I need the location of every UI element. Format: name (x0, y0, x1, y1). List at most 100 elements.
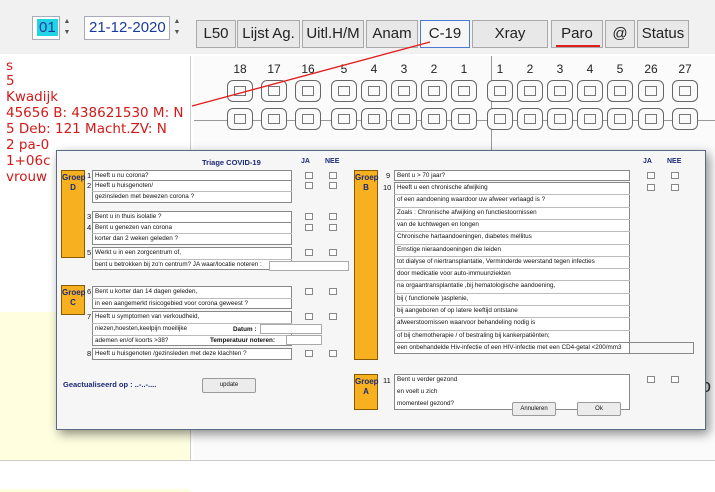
row-divider (394, 317, 630, 319)
datum-label: Datum : (233, 326, 257, 333)
row-divider (92, 298, 292, 299)
question-text: korter dan 2 weken geleden ? (95, 235, 178, 242)
ja-checkbox[interactable] (305, 182, 313, 189)
update-button[interactable]: update (202, 378, 256, 393)
row-divider (92, 259, 292, 260)
question-number: 5 (87, 248, 92, 257)
ja-checkbox[interactable] (305, 249, 313, 256)
ja-checkbox[interactable] (647, 184, 655, 191)
question-text: Heeft u huisgenoten/ (95, 182, 154, 189)
temperature-input[interactable] (286, 335, 322, 345)
question-text: afweerstoornissen waarvoor behandeling n… (397, 319, 536, 327)
row-divider (394, 329, 630, 331)
question-text: of bij chemotherapie / of bestraling bij… (397, 331, 550, 339)
question-text: Heeft u een chronische afwijking (397, 184, 488, 191)
row-divider (394, 292, 630, 294)
question-number: 7 (87, 312, 92, 321)
question-text: en voelt u zich (397, 388, 438, 395)
question-text: niezen,hoesten,keelpijn moeilijke (95, 325, 188, 332)
nee-checkbox[interactable] (671, 172, 679, 179)
nee-checkbox[interactable] (671, 184, 679, 191)
location-input[interactable] (269, 261, 349, 271)
question-text: momenteel gezond? (397, 400, 455, 407)
row-divider (394, 231, 630, 233)
row-divider (394, 206, 630, 208)
row-divider (394, 305, 630, 306)
question-text: Ernstige nieraandoeningen die leiden (397, 245, 501, 253)
question-text: gezinsleden met bewezen corona ? (95, 193, 195, 200)
question-number: 11 (383, 376, 391, 385)
question-text: Bent u > 70 jaar? (397, 172, 446, 179)
row-divider (92, 335, 292, 336)
updated-label: Geactualiseerd op : ..-..-.... (63, 380, 157, 389)
nee-checkbox[interactable] (329, 288, 337, 295)
question-text: Bent u korter dan 14 dagen geleden, (95, 288, 198, 295)
row-divider (394, 255, 630, 257)
question-text: van de luchtwegen en longen (397, 220, 479, 228)
left-nee-header: NEE (325, 158, 340, 165)
row-divider (394, 280, 630, 282)
group-d-label: Groep D (61, 170, 86, 258)
question-text: Heeft u huisgenoten /gezinsleden met dez… (95, 350, 247, 357)
question-text: Heeft u nu corona? (95, 172, 149, 179)
question-number: 3 (87, 212, 92, 221)
nee-checkbox[interactable] (329, 249, 337, 256)
question-text: in een aangemerkt risicogebied voor coro… (95, 300, 248, 307)
nee-checkbox[interactable] (329, 224, 337, 231)
cancel-button[interactable]: Annuleren (512, 402, 556, 416)
ja-checkbox[interactable] (647, 172, 655, 179)
right-ja-header: JA (643, 158, 652, 165)
row-divider (394, 194, 630, 196)
nee-checkbox[interactable] (671, 376, 679, 383)
question-text: Heeft u symptomen van verkoudheid, (95, 313, 200, 320)
group-b-label: Groep B (354, 170, 379, 360)
group-c-label: Groep C (61, 285, 86, 315)
group-d-text: Groep D (62, 173, 86, 192)
question-text: ademen en/of koorts >38? (95, 337, 169, 344)
group-a-text: Groep A (355, 377, 379, 396)
row-divider (92, 191, 292, 192)
ja-checkbox[interactable] (305, 224, 313, 231)
ja-checkbox[interactable] (647, 376, 655, 383)
group-b-text: Groep B (355, 173, 379, 192)
ja-checkbox[interactable] (305, 213, 313, 220)
question-number: 9 (386, 171, 391, 180)
triage-dialog: Triage COVID-19 JA NEE JA NEE Groep D Gr… (56, 150, 706, 430)
row-divider (394, 268, 630, 270)
nee-checkbox[interactable] (329, 213, 337, 220)
ja-checkbox[interactable] (305, 313, 313, 320)
question-text: bent u betrokken bij zo'n centrum? JA wa… (95, 261, 262, 268)
question-text: Bent u in thuis isolatie ? (95, 213, 162, 220)
question-text: bij aangeboren of op latere leeftijd ont… (397, 307, 518, 314)
question-text: tot dialyse of niertransplantatie, Vermi… (397, 257, 595, 265)
row-divider (394, 243, 630, 245)
question-text: Chronische hartaandoeningen, diabetes me… (397, 233, 532, 241)
ja-checkbox[interactable] (305, 172, 313, 179)
right-nee-header: NEE (667, 158, 682, 165)
bottom-status-bar (0, 460, 715, 489)
ok-button[interactable]: Ok (577, 402, 621, 416)
question-text: na orgaantransplantatie ,bij hematologis… (397, 282, 556, 290)
left-ja-header: JA (301, 158, 310, 165)
nee-checkbox[interactable] (329, 182, 337, 189)
question-text: bij ( functionele )asplenie, (397, 294, 469, 302)
nee-checkbox[interactable] (329, 313, 337, 320)
row-divider (394, 218, 630, 220)
question-text: of een aandoening waardoor uw afweer ver… (397, 196, 546, 204)
dialog-title: Triage COVID-19 (202, 158, 261, 167)
ja-checkbox[interactable] (305, 288, 313, 295)
question-text: door medicatie voor auto-immuunziekten (397, 270, 511, 278)
row-divider (92, 233, 292, 234)
question-text: Werkt u in een zorgcentrum of, (95, 249, 181, 256)
question-number: 8 (87, 349, 92, 358)
group-a-label: Groep A (354, 374, 379, 410)
group-c-text: Groep C (62, 288, 86, 307)
question-text: Bent u verder gezond (397, 376, 458, 383)
datum-input[interactable] (260, 324, 322, 334)
nee-checkbox[interactable] (329, 350, 337, 357)
question-text: Bent u genezen van corona (95, 224, 173, 231)
ja-checkbox[interactable] (305, 350, 313, 357)
nee-checkbox[interactable] (329, 172, 337, 179)
question-text: Zoals : Chronische afwijking en functies… (397, 208, 537, 216)
question-row-highlight (394, 341, 694, 354)
